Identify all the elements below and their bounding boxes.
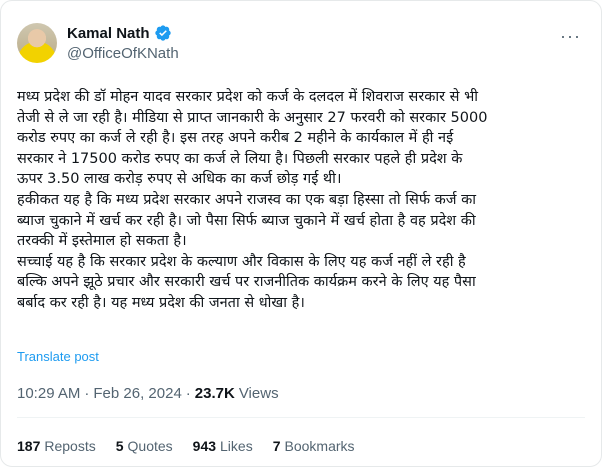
tweet-card: Kamal Nath @OfficeOfKNath ··· मध्य प्रदे… (0, 0, 602, 467)
author-name-row[interactable]: Kamal Nath (67, 24, 172, 42)
avatar[interactable] (17, 23, 57, 63)
verified-badge-icon (154, 25, 171, 41)
author-handle[interactable]: @OfficeOfKNath (67, 45, 179, 62)
likes-stat[interactable]: 943 Likes (193, 438, 253, 454)
quotes-count: 5 (115, 438, 124, 454)
post-time[interactable]: 10:29 AM (17, 385, 80, 402)
tweet-line: बर्बाद कर रही है। यह मध्य प्रदेश की जनता… (17, 294, 305, 311)
post-date[interactable]: Feb 26, 2024 (93, 385, 181, 402)
tweet-line: ऊपर 3.50 लाख करोड़ रुपए से अधिक का कर्ज … (17, 171, 342, 188)
bookmarks-count: 7 (272, 438, 281, 454)
likes-label: Likes (220, 438, 253, 454)
quotes-label: Quotes (127, 438, 173, 454)
reposts-count: 187 (17, 438, 41, 454)
views-label: Views (238, 385, 279, 402)
tweet-line: बल्कि अपने झूठे प्रचार और सरकारी खर्च पर… (17, 274, 476, 291)
tweet-text: मध्य प्रदेश की डॉ मोहन यादव सरकार प्रदेश… (17, 87, 587, 314)
likes-count: 943 (192, 438, 217, 454)
views-count: 23.7K (194, 385, 235, 402)
tweet-line: तरक्की में इस्तेमाल हो सकता है। (17, 233, 187, 250)
tweet-line: ब्याज चुकाने में खर्च कर रही है। जो पैसा… (17, 212, 476, 229)
author-name[interactable]: Kamal Nath (67, 25, 150, 42)
engagement-stats: 187 Reposts 5 Quotes 943 Likes 7 Bookmarks (17, 438, 355, 454)
tweet-line: हकीकत यह है कि मध्य प्रदेश सरकार अपने रा… (17, 191, 477, 208)
tweet-meta: 10:29 AM · Feb 26, 2024 · 23.7K Views (17, 385, 279, 402)
tweet-line: करोड रुपए का कर्ज ले रही है। इस तरह अपने… (17, 130, 454, 147)
translate-post-link[interactable]: Translate post (17, 349, 99, 364)
divider (17, 417, 585, 418)
quotes-stat[interactable]: 5 Quotes (116, 438, 173, 454)
tweet-line: तेजी से ले जा रही है। मीडिया से प्राप्त … (17, 109, 488, 126)
tweet-line: सच्चाई यह है कि सरकार प्रदेश के कल्याण औ… (17, 253, 466, 270)
reposts-label: Reposts (44, 438, 96, 454)
meta-separator: · (185, 385, 191, 402)
tweet-line: मध्य प्रदेश की डॉ मोहन यादव सरकार प्रदेश… (17, 89, 479, 105)
tweet-line: सरकार ने 17500 करोड रुपए का कर्ज ले लिया… (17, 150, 463, 167)
meta-separator: · (84, 385, 90, 402)
bookmarks-stat[interactable]: 7 Bookmarks (273, 438, 355, 454)
reposts-stat[interactable]: 187 Reposts (17, 438, 96, 454)
more-options-icon[interactable]: ··· (560, 27, 581, 45)
bookmarks-label: Bookmarks (284, 438, 355, 454)
